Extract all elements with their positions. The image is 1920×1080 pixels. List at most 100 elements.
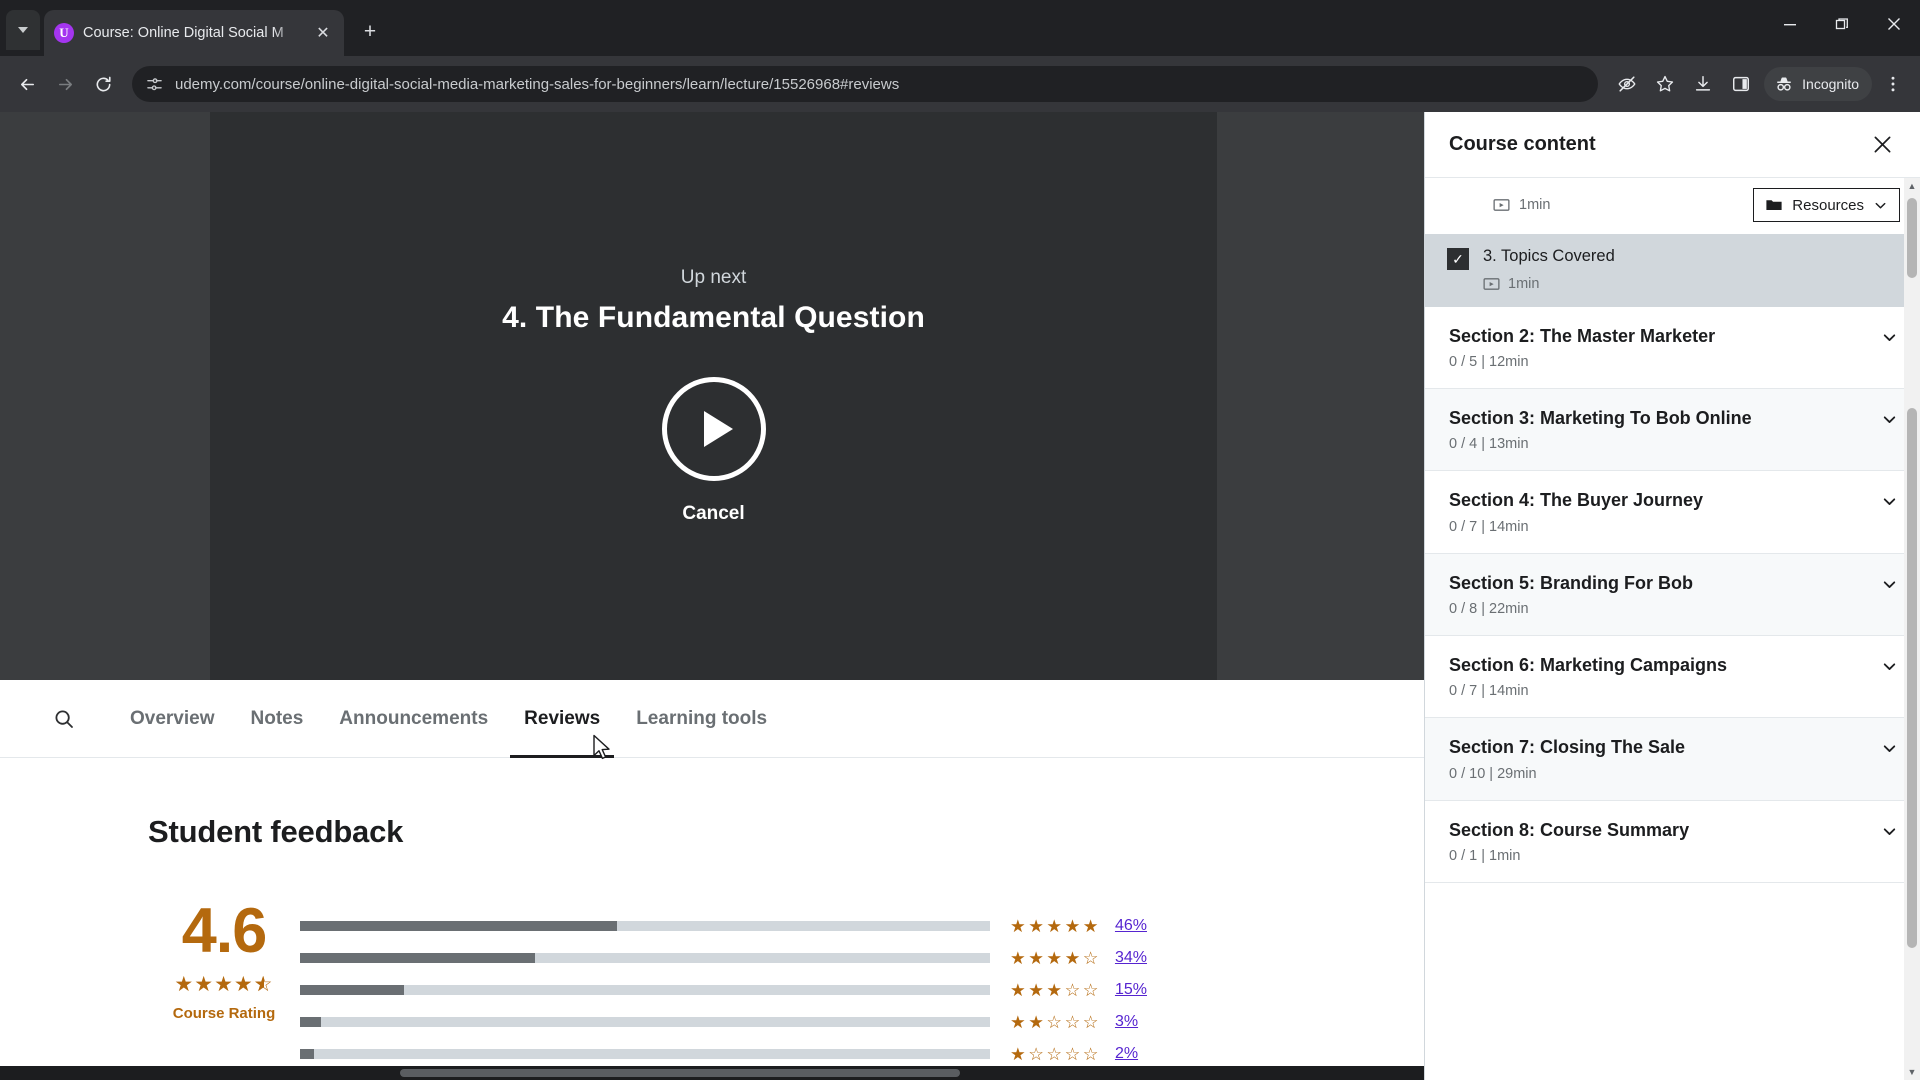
sidebar-section-4[interactable]: Section 4: The Buyer Journey 0 / 7 | 14m… — [1425, 471, 1920, 554]
section-meta: 0 / 4 | 13min — [1449, 436, 1529, 453]
rating-bar-percent[interactable]: 46% — [1115, 917, 1147, 935]
site-settings-icon[interactable] — [146, 76, 163, 93]
sidebar-section-7[interactable]: Section 7: Closing The Sale 0 / 10 | 29m… — [1425, 718, 1920, 801]
close-icon[interactable] — [1866, 129, 1898, 161]
section-meta: 0 / 1 | 1min — [1449, 847, 1521, 864]
lecture-duration-label: 1min — [1508, 276, 1540, 293]
rating-bar-fill — [300, 921, 618, 931]
rating-bar-row[interactable]: ★★★★★ 46% — [300, 910, 1424, 942]
lecture-duration-label: 1min — [1519, 197, 1551, 213]
tab-search-button[interactable] — [6, 10, 40, 50]
back-arrow-icon[interactable] — [10, 67, 44, 101]
scroll-up-icon[interactable]: ▲ — [1904, 178, 1920, 194]
udemy-favicon: U — [54, 23, 74, 43]
rating-bar-stars: ★★☆☆☆ — [1010, 1011, 1101, 1032]
resources-label: Resources — [1792, 196, 1864, 214]
section-meta: 0 / 7 | 14min — [1449, 683, 1529, 700]
section-title: Section 3: Marketing To Bob Online — [1449, 407, 1752, 428]
forward-arrow-icon[interactable] — [48, 67, 82, 101]
rating-score: 4.6 — [181, 896, 268, 966]
lecture-complete-checkbox[interactable]: ✓ — [1447, 248, 1469, 270]
current-lecture-header: 1min Resources — [1425, 178, 1920, 234]
incognito-indicator[interactable]: Incognito — [1764, 67, 1872, 101]
section-meta: 0 / 10 | 29min — [1449, 765, 1537, 782]
close-tab-icon[interactable]: ✕ — [312, 22, 334, 44]
player-left-rail — [0, 112, 210, 680]
video-icon — [1493, 197, 1510, 214]
page-title: Student feedback — [148, 814, 404, 849]
tab-notes[interactable]: Notes — [233, 680, 322, 758]
rating-bar-stars: ★★★★★ — [1010, 915, 1101, 936]
tab-overview[interactable]: Overview — [112, 680, 233, 758]
rating-summary: 4.6 ★★★★☆★ Course Rating ★★★★★ 46% ★★★★☆ — [148, 896, 1424, 1070]
chevron-down-icon[interactable] — [1881, 740, 1898, 762]
play-triangle-icon — [703, 411, 733, 447]
rating-bar-fill — [300, 1049, 314, 1059]
rating-bar-fill — [300, 985, 404, 995]
reviews-panel: Student feedback 4.6 ★★★★☆★ Course Ratin… — [0, 758, 1424, 1070]
tab-title: Course: Online Digital Social M — [83, 25, 284, 41]
rating-bar-track — [300, 1049, 990, 1059]
maximize-icon[interactable] — [1816, 0, 1868, 48]
tab-learning-tools[interactable]: Learning tools — [618, 680, 785, 758]
browser-tab[interactable]: U Course: Online Digital Social M ✕ — [44, 10, 344, 56]
chevron-down-icon[interactable] — [1881, 411, 1898, 433]
chevron-down-icon — [18, 27, 28, 33]
lecture-title: 3. Topics Covered — [1483, 247, 1615, 265]
lecture-duration: 1min — [1493, 197, 1550, 214]
page-viewport: Up next 4. The Fundamental Question Canc… — [0, 112, 1920, 1080]
player-right-rail — [1217, 112, 1424, 680]
resources-dropdown[interactable]: Resources — [1753, 188, 1900, 222]
chevron-down-icon[interactable] — [1881, 493, 1898, 515]
up-next-label: Up next — [680, 267, 747, 288]
section-title: Section 8: Course Summary — [1449, 819, 1690, 840]
chevron-down-icon[interactable] — [1881, 658, 1898, 680]
address-bar[interactable]: udemy.com/course/online-digital-social-m… — [132, 66, 1599, 102]
rating-bar-row[interactable]: ★★★★☆ 34% — [300, 942, 1424, 974]
course-content-sidebar: Course content 1min Resources ✓ 3. Topic… — [1424, 112, 1920, 1080]
sidebar-section-3[interactable]: Section 3: Marketing To Bob Online 0 / 4… — [1425, 388, 1920, 472]
search-icon[interactable] — [44, 708, 84, 730]
course-tabs: Overview Notes Announcements Reviews Lea… — [0, 680, 1424, 760]
scroll-down-icon[interactable]: ▼ — [1904, 1064, 1920, 1080]
eye-off-icon[interactable] — [1610, 67, 1644, 101]
star-icon[interactable] — [1648, 67, 1682, 101]
rating-bar-fill — [300, 953, 535, 963]
rating-bar-row[interactable]: ★★★☆☆ 15% — [300, 974, 1424, 1006]
sidebar-section-5[interactable]: Section 5: Branding For Bob 0 / 8 | 22mi… — [1425, 553, 1920, 636]
video-player[interactable]: Up next 4. The Fundamental Question Canc… — [0, 112, 1424, 680]
section-title: Section 4: The Buyer Journey — [1449, 490, 1704, 511]
tab-announcements[interactable]: Announcements — [321, 680, 506, 758]
tab-reviews[interactable]: Reviews — [506, 680, 618, 758]
section-meta: 0 / 5 | 12min — [1449, 353, 1529, 370]
rating-bar-percent[interactable]: 3% — [1115, 1013, 1138, 1031]
chevron-down-icon[interactable] — [1881, 823, 1898, 845]
rating-distribution-chart: ★★★★★ 46% ★★★★☆ 34% ★★★☆☆ 15% ★★☆☆☆ 3% ★… — [300, 902, 1424, 1070]
minimize-icon[interactable] — [1764, 0, 1816, 48]
horizontal-scrollbar[interactable] — [0, 1066, 1424, 1080]
new-tab-button[interactable]: + — [353, 15, 387, 49]
rating-bar-percent[interactable]: 2% — [1115, 1045, 1138, 1063]
sidebar-scrollbar[interactable]: ▲ ▼ — [1904, 178, 1920, 1080]
sidebar-header: Course content — [1425, 112, 1920, 178]
chevron-down-icon[interactable] — [1881, 576, 1898, 598]
rating-bar-stars: ★★★☆☆ — [1010, 979, 1101, 1000]
sidebar-section-2[interactable]: Section 2: The Master Marketer 0 / 5 | 1… — [1425, 306, 1920, 389]
browser-toolbar: udemy.com/course/online-digital-social-m… — [0, 56, 1920, 112]
incognito-hat-icon — [1774, 74, 1794, 94]
reload-icon[interactable] — [86, 67, 120, 101]
cancel-autoplay-button[interactable]: Cancel — [682, 503, 744, 525]
sidebar-section-8[interactable]: Section 8: Course Summary 0 / 1 | 1min — [1425, 800, 1920, 883]
play-icon[interactable] — [661, 377, 766, 481]
download-icon[interactable] — [1686, 67, 1720, 101]
kebab-menu-icon[interactable] — [1876, 67, 1910, 101]
side-panel-icon[interactable] — [1724, 67, 1758, 101]
rating-bar-percent[interactable]: 15% — [1115, 981, 1147, 999]
lecture-item-topics-covered[interactable]: ✓ 3. Topics Covered 1min — [1425, 234, 1920, 307]
window-close-icon[interactable] — [1868, 0, 1920, 48]
rating-bar-stars: ★★★★☆ — [1010, 947, 1101, 968]
chevron-down-icon[interactable] — [1881, 329, 1898, 351]
rating-bar-percent[interactable]: 34% — [1115, 949, 1147, 967]
rating-bar-row[interactable]: ★★☆☆☆ 3% — [300, 1006, 1424, 1038]
sidebar-section-6[interactable]: Section 6: Marketing Campaigns 0 / 7 | 1… — [1425, 635, 1920, 719]
